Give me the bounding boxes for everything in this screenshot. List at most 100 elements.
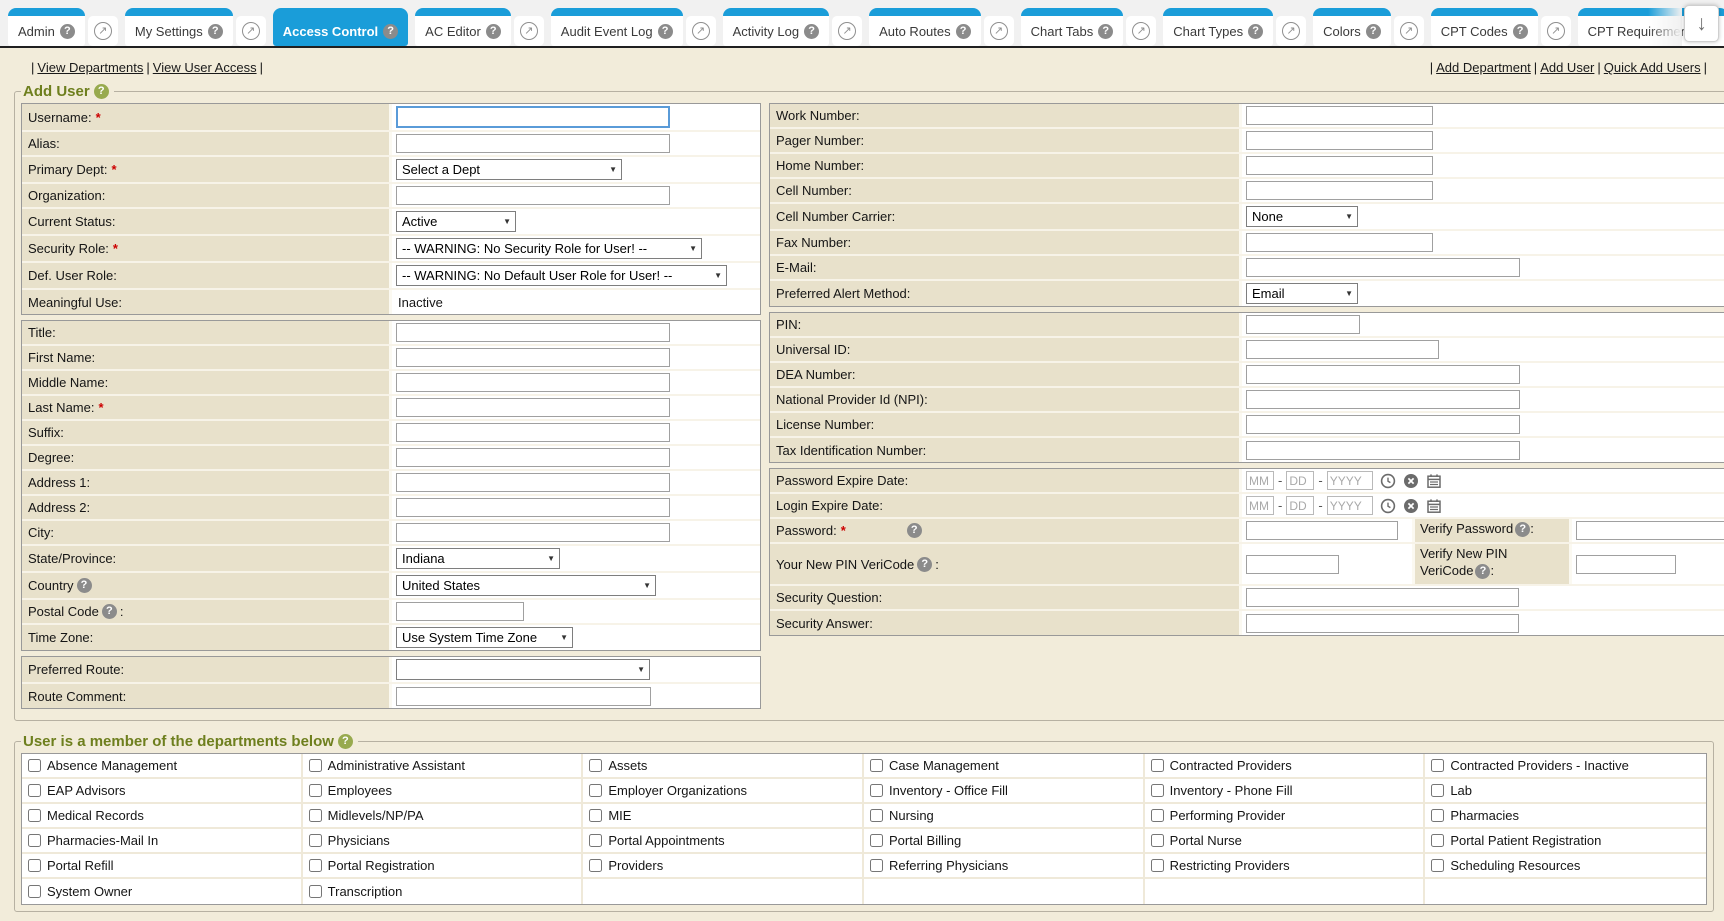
select-dropdown[interactable]: ▼ [396,659,650,680]
department-checkbox[interactable] [309,859,322,872]
nav-link-add-user[interactable]: Add User [1540,60,1594,75]
text-input[interactable] [1246,340,1439,359]
department-checkbox[interactable] [1151,784,1164,797]
clock-icon[interactable] [1380,473,1396,489]
select-dropdown[interactable]: Active▼ [396,211,516,232]
tab-popout-button[interactable]: ↗ [1394,16,1424,46]
department-checkbox[interactable] [309,834,322,847]
tab-popout-button[interactable]: ↗ [1276,16,1306,46]
department-checkbox[interactable] [870,784,883,797]
text-input[interactable] [1576,521,1724,540]
text-input[interactable] [396,323,670,342]
text-input[interactable] [396,473,670,492]
department-checkbox[interactable] [28,834,41,847]
calendar-icon[interactable] [1426,498,1442,514]
department-checkbox[interactable] [870,759,883,772]
text-input[interactable] [1246,233,1433,252]
tab-help-icon[interactable]: ? [383,24,398,39]
text-input[interactable] [1246,415,1520,434]
department-checkbox[interactable] [28,784,41,797]
tab-popout-button[interactable]: ↗ [1541,16,1571,46]
text-input[interactable] [1246,156,1433,175]
date-part-input[interactable] [1286,471,1314,490]
select-dropdown[interactable]: United States▼ [396,575,656,596]
nav-link-view-user-access[interactable]: View User Access [153,60,257,75]
tab-help-icon[interactable]: ? [658,24,673,39]
department-checkbox[interactable] [589,759,602,772]
date-part-input[interactable] [1327,471,1373,490]
department-checkbox[interactable] [1431,784,1444,797]
text-input[interactable] [1246,441,1520,460]
help-icon[interactable]: ? [102,604,117,619]
help-icon[interactable]: ? [1515,522,1530,537]
text-input[interactable] [1246,315,1360,334]
select-dropdown[interactable]: Email▼ [1246,283,1358,304]
nav-link-add-department[interactable]: Add Department [1436,60,1531,75]
help-icon[interactable]: ? [1475,564,1490,579]
text-input[interactable] [396,448,670,467]
department-checkbox[interactable] [870,834,883,847]
department-checkbox[interactable] [309,885,322,898]
tab-popout-button[interactable]: ↗ [236,16,266,46]
tab-help-icon[interactable]: ? [1366,24,1381,39]
clear-icon[interactable] [1403,473,1419,489]
tab-auto-routes[interactable]: Auto Routes? [869,8,981,46]
tab-chart-tabs[interactable]: Chart Tabs? [1021,8,1124,46]
text-input[interactable] [1246,614,1519,633]
more-tabs-button[interactable]: ↓ [1684,5,1719,42]
department-checkbox[interactable] [28,859,41,872]
tab-popout-button[interactable]: ↗ [686,16,716,46]
text-input[interactable] [1246,131,1433,150]
tab-help-icon[interactable]: ? [60,24,75,39]
tab-ac-editor[interactable]: AC Editor? [415,8,511,46]
text-input[interactable] [1246,521,1398,540]
department-checkbox[interactable] [1151,859,1164,872]
department-checkbox[interactable] [589,809,602,822]
department-checkbox[interactable] [589,859,602,872]
department-checkbox[interactable] [589,834,602,847]
tab-colors[interactable]: Colors? [1313,8,1391,46]
tab-help-icon[interactable]: ? [804,24,819,39]
text-input[interactable] [1246,588,1519,607]
tab-cpt-codes[interactable]: CPT Codes? [1431,8,1538,46]
department-checkbox[interactable] [309,784,322,797]
tab-popout-button[interactable]: ↗ [832,16,862,46]
clock-icon[interactable] [1380,498,1396,514]
tab-audit-event-log[interactable]: Audit Event Log? [551,8,683,46]
help-icon[interactable]: ? [338,734,353,749]
text-input[interactable] [396,106,670,128]
text-input[interactable] [1246,258,1520,277]
department-checkbox[interactable] [1151,834,1164,847]
help-icon[interactable]: ? [77,578,92,593]
tab-popout-button[interactable]: ↗ [514,16,544,46]
tab-help-icon[interactable]: ? [486,24,501,39]
help-icon[interactable]: ? [907,523,922,538]
department-checkbox[interactable] [28,809,41,822]
text-input[interactable] [396,498,670,517]
select-dropdown[interactable]: Indiana▼ [396,548,560,569]
date-part-input[interactable] [1246,496,1274,515]
select-dropdown[interactable]: None▼ [1246,206,1358,227]
tab-popout-button[interactable]: ↗ [1126,16,1156,46]
nav-link-quick-add-users[interactable]: Quick Add Users [1604,60,1701,75]
text-input[interactable] [1246,365,1520,384]
department-checkbox[interactable] [870,859,883,872]
tab-admin[interactable]: Admin? [8,8,85,46]
select-dropdown[interactable]: Select a Dept▼ [396,159,622,180]
text-input[interactable] [1576,555,1676,574]
date-part-input[interactable] [1246,471,1274,490]
tab-help-icon[interactable]: ? [208,24,223,39]
text-input[interactable] [1246,181,1433,200]
text-input[interactable] [1246,106,1433,125]
tab-popout-button[interactable]: ↗ [984,16,1014,46]
text-input[interactable] [396,348,670,367]
text-input[interactable] [396,523,670,542]
help-icon[interactable]: ? [94,84,109,99]
department-checkbox[interactable] [1431,759,1444,772]
department-checkbox[interactable] [1431,809,1444,822]
select-dropdown[interactable]: -- WARNING: No Security Role for User! -… [396,238,702,259]
select-dropdown[interactable]: Use System Time Zone▼ [396,627,573,648]
text-input[interactable] [396,687,651,706]
tab-help-icon[interactable]: ? [1513,24,1528,39]
tab-my-settings[interactable]: My Settings? [125,8,233,46]
